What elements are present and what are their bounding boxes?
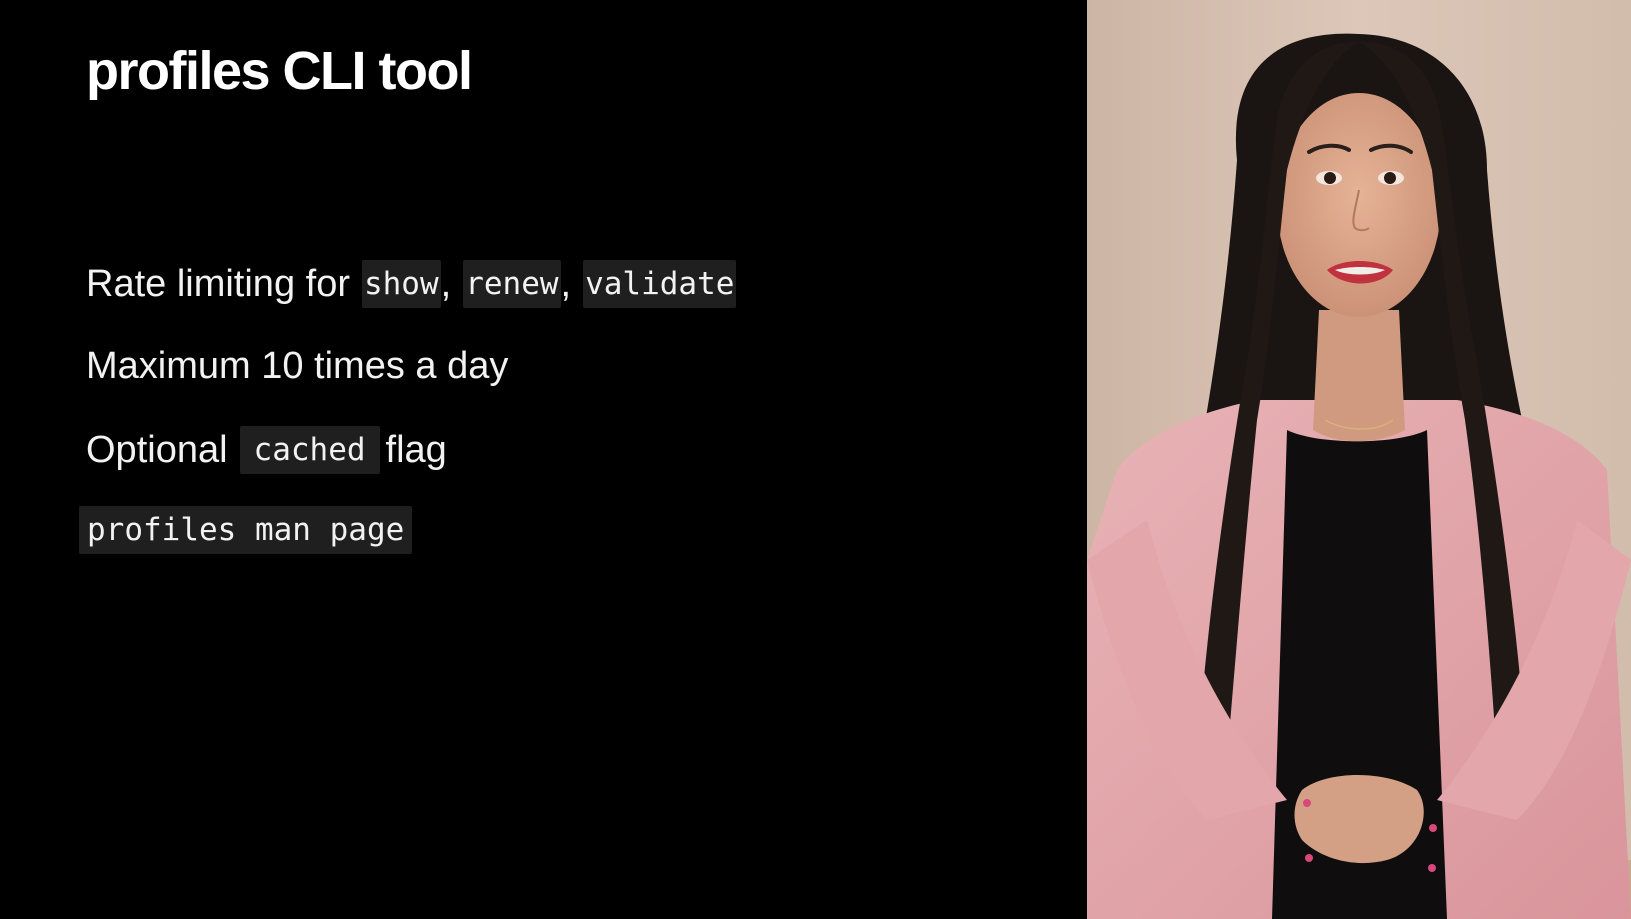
comma-separator: , xyxy=(440,262,452,305)
keynote-frame: profiles CLI tool Rate limiting for show… xyxy=(0,0,1631,919)
code-renew: renew xyxy=(463,260,561,308)
bullet-maximum: Maximum 10 times a day xyxy=(86,340,508,392)
slide-panel: profiles CLI tool Rate limiting for show… xyxy=(0,0,1087,919)
code-validate: validate xyxy=(583,260,737,308)
bullet-cached-after: flag xyxy=(385,428,447,471)
bullet-rate-limiting-text: Rate limiting for xyxy=(86,262,350,305)
comma-separator: , xyxy=(560,262,572,305)
presenter-video xyxy=(1087,0,1631,919)
bullet-cached-before: Optional xyxy=(86,428,228,471)
nail xyxy=(1305,854,1313,862)
nail xyxy=(1428,864,1436,872)
code-cached: cached xyxy=(239,426,380,474)
slide-title: profiles CLI tool xyxy=(86,41,473,101)
code-profiles-man-page: profiles man page xyxy=(79,506,413,554)
nail xyxy=(1429,824,1437,832)
code-show: show xyxy=(361,260,441,308)
nail xyxy=(1303,799,1311,807)
bullet-cached-flag: Optional cached flag xyxy=(86,424,447,476)
presenter-image xyxy=(1087,0,1631,919)
bullet-rate-limiting: Rate limiting for show , renew , validat… xyxy=(86,258,737,310)
bullet-maximum-text: Maximum 10 times a day xyxy=(86,344,509,387)
